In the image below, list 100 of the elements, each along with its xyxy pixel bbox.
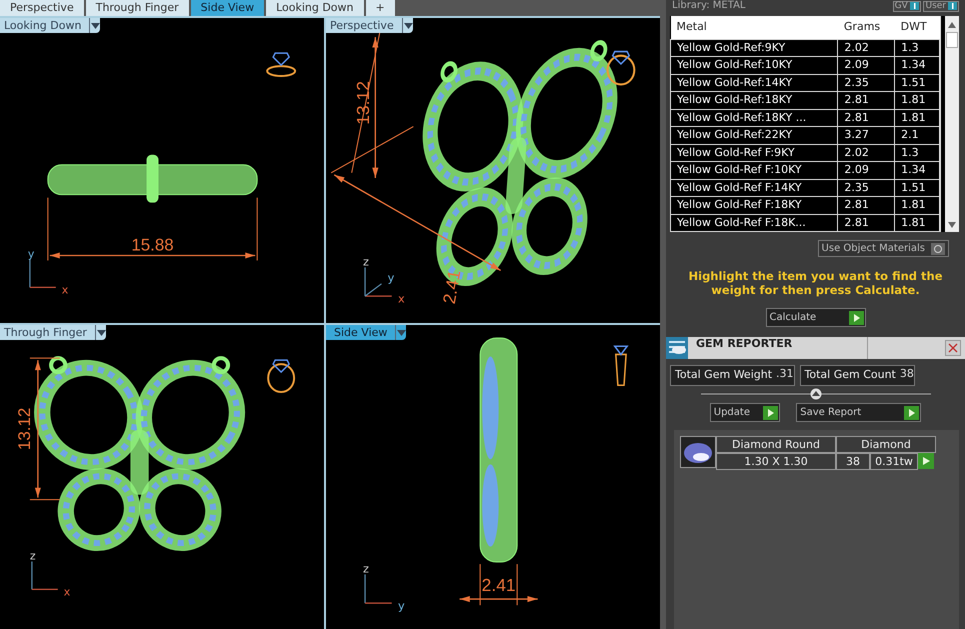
gem-stone: Diamond (836, 436, 936, 453)
library-title: Library: METAL (672, 1, 746, 11)
collapse-handle[interactable] (700, 388, 930, 400)
total-label: Total Gem Weight (674, 367, 774, 383)
extension-line (47, 197, 48, 261)
table-cell: Yellow Gold-Ref F:14KY (670, 179, 838, 196)
gem-icon (680, 436, 716, 468)
extension-line (256, 197, 258, 261)
viewport-menu[interactable]: Perspective (326, 18, 413, 33)
info-icon (910, 2, 919, 10)
scroll-down-icon[interactable] (948, 222, 956, 228)
extension-line (480, 564, 481, 605)
axis-indicator-icon (31, 561, 58, 590)
gem-size: 1.30 X 1.30 (716, 453, 836, 470)
play-icon (904, 406, 920, 420)
gem-count: 38 (836, 453, 870, 470)
close-icon (948, 343, 958, 353)
table-cell: 2.81 (838, 196, 895, 214)
view-tab[interactable]: + (366, 0, 395, 16)
total-label: Total Gem Count (804, 367, 897, 383)
dimension-label: 13.12 (353, 81, 374, 125)
toggle-indicator-icon (931, 242, 945, 254)
axis-indicator-icon (364, 574, 392, 604)
calculate-button[interactable]: Calculate (766, 308, 866, 327)
axis-indicator-icon (29, 259, 56, 288)
table-cell: Yellow Gold-Ref:14KY (670, 74, 838, 92)
toggle-button[interactable]: User (923, 0, 959, 12)
table-cell: 2.35 (838, 74, 895, 92)
report-icon (666, 337, 688, 359)
gem-play-button[interactable] (918, 453, 934, 470)
panel-title: GEM REPORTER (688, 337, 868, 359)
axis-label: z (30, 549, 36, 562)
view-tab[interactable]: Looking Down (266, 0, 364, 16)
ring-icon (266, 52, 296, 78)
toggle-button[interactable]: GV (892, 0, 921, 12)
axis-label: z (363, 255, 369, 268)
total-value: 38 (900, 366, 914, 382)
table-cell: 2.81 (838, 109, 895, 126)
bail-icon (613, 344, 629, 386)
table-cell: 2.09 (838, 56, 895, 74)
dropdown-arrow-icon (397, 330, 406, 336)
ring-icon (606, 50, 636, 86)
scrollbar-thumb[interactable] (946, 32, 958, 48)
table-cell: 2.09 (838, 162, 895, 179)
use-object-materials-toggle[interactable]: Use Object Materials (818, 240, 949, 257)
play-icon (762, 406, 778, 420)
extension-line (29, 498, 60, 500)
table-cell: 2.81 (838, 214, 895, 232)
extension-line (516, 564, 518, 605)
dimension-label: 2.41 (482, 574, 516, 594)
view-tab[interactable]: Through Finger (86, 0, 189, 16)
dimension-label: 2.41 (438, 268, 464, 306)
table-cell: 2.35 (838, 179, 895, 196)
extension-line (29, 357, 60, 358)
axis-label: x (64, 584, 70, 598)
instruction-text: Highlight the item you want to find the weight for then press Calculate. (688, 269, 944, 297)
table-cell: Yellow Gold-Ref:18KY (670, 92, 838, 109)
column-header[interactable]: Grams (838, 16, 895, 39)
dimension-label: 15.88 (131, 236, 174, 254)
table-cell: Yellow Gold-Ref:22KY (670, 126, 838, 144)
scrollbar[interactable] (945, 16, 959, 232)
table-cell: Yellow Gold-Ref:18KY ... (670, 109, 838, 126)
table-cell: 2.02 (838, 39, 895, 56)
axis-indicator-icon (364, 267, 392, 297)
gem-shape: Diamond Round (716, 436, 836, 453)
viewport-menu[interactable]: Looking Down (0, 18, 100, 33)
column-header[interactable]: DWT (894, 16, 940, 39)
table-cell: 2.81 (838, 92, 895, 109)
close-button[interactable] (945, 340, 961, 356)
dropdown-arrow-icon (96, 330, 106, 336)
table-cell: Yellow Gold-Ref:10KY (670, 56, 838, 74)
axis-label: x (398, 292, 405, 306)
report-button[interactable]: Update (710, 403, 780, 422)
axis-label: y (398, 598, 405, 612)
table-cell: Yellow Gold-Ref F:10KY (670, 162, 838, 179)
axis-label: z (363, 562, 369, 575)
gem-weight: 0.31tw (870, 453, 918, 470)
scroll-up-icon[interactable] (948, 22, 956, 28)
axis-label: y (28, 247, 34, 260)
table-cell: Yellow Gold-Ref F:18K... (670, 214, 838, 232)
axis-label: y (388, 272, 394, 285)
table-cell: Yellow Gold-Ref:9KY (670, 39, 838, 56)
column-header[interactable]: Metal (670, 16, 838, 39)
play-icon (848, 310, 864, 324)
table-cell: 3.27 (838, 126, 895, 144)
table-cell: Yellow Gold-Ref F:9KY (670, 144, 838, 162)
info-icon (948, 2, 957, 10)
table-cell: 1.3 (894, 39, 940, 56)
report-button[interactable]: Save Report (796, 403, 922, 422)
table-cell: Yellow Gold-Ref F:18KY (670, 196, 838, 214)
view-tab[interactable]: Side View (190, 0, 264, 16)
dimension-label: 13.12 (14, 407, 34, 450)
total-value: .31 (776, 366, 794, 382)
dropdown-arrow-icon (404, 23, 413, 29)
dropdown-arrow-icon (91, 23, 100, 29)
table-cell: 2.02 (838, 144, 895, 162)
viewport-menu[interactable]: Side View (326, 324, 406, 340)
viewport-menu[interactable]: Through Finger (0, 324, 106, 340)
view-tab[interactable]: Perspective (0, 0, 84, 16)
ring-icon (267, 358, 296, 393)
